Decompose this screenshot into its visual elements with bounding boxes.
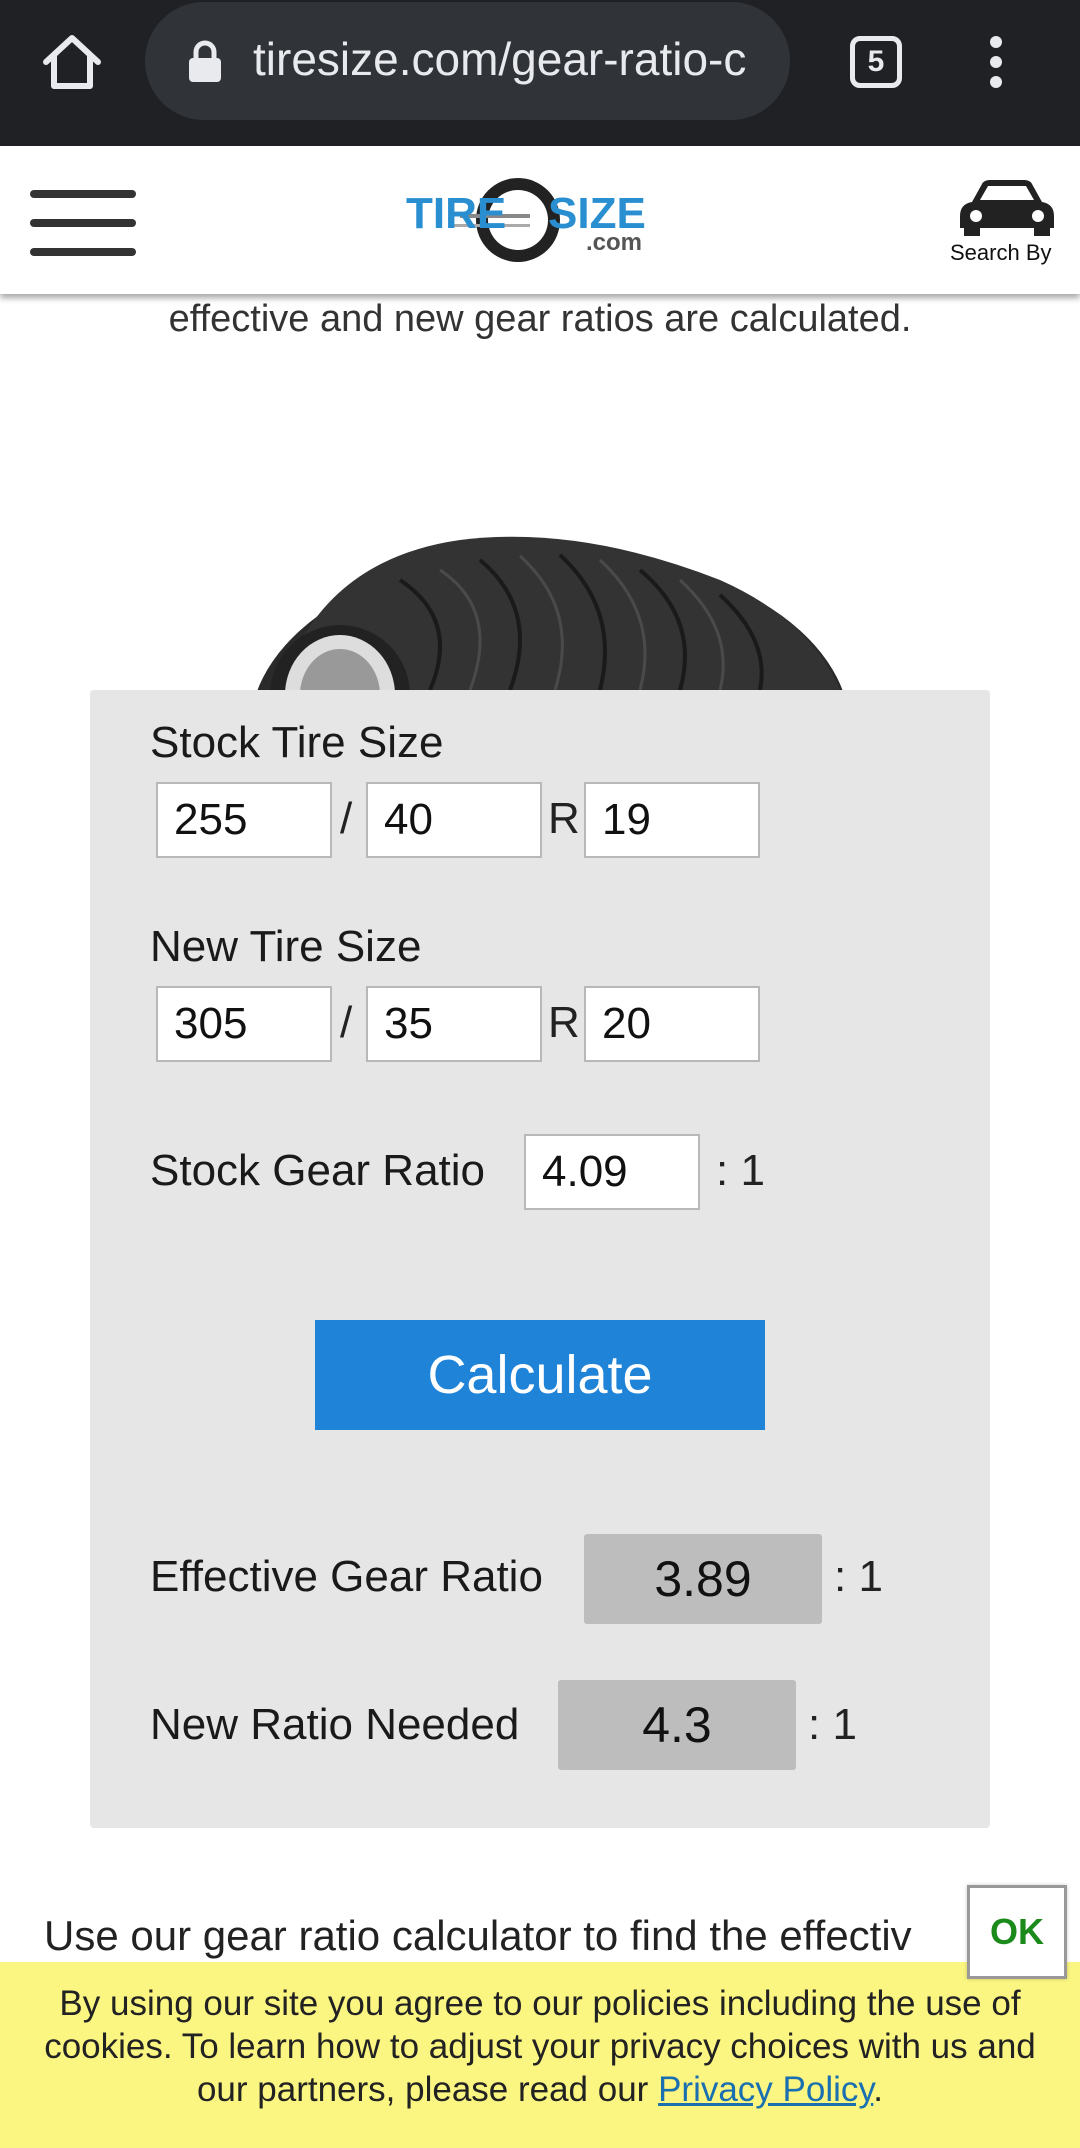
tire-image <box>257 536 843 690</box>
slash-separator: / <box>340 794 353 843</box>
address-bar[interactable]: tiresize.com/gear-ratio-c <box>145 2 790 120</box>
new-tire-size-label: New Tire Size <box>150 922 422 971</box>
rim-prefix: R <box>548 794 580 843</box>
search-by-label: Search By <box>950 240 1052 265</box>
rim-prefix: R <box>548 998 580 1047</box>
cookie-text-line-3: our partners, please read our Privacy Po… <box>0 2068 1080 2111</box>
new-aspect-input[interactable]: 35 <box>366 986 542 1062</box>
gear-ratio-calculator: Stock Tire Size 255 / 40 R 19 New Tire S… <box>90 690 990 1828</box>
intro-text: effective and new gear ratios are calcul… <box>168 298 912 340</box>
url-text: tiresize.com/gear-ratio-c <box>253 33 747 85</box>
search-by-vehicle[interactable]: Search By <box>940 176 1070 276</box>
tiresize-logo[interactable]: TIRE SIZE .com <box>400 168 680 268</box>
cookie-ok-button[interactable]: OK <box>967 1885 1067 1979</box>
stock-gear-ratio-input[interactable]: 4.09 <box>524 1134 700 1210</box>
cookie-text-line-2: cookies. To learn how to adjust your pri… <box>44 2027 1036 2066</box>
new-rim-input[interactable]: 20 <box>584 986 760 1062</box>
svg-text:TIRE: TIRE <box>406 189 506 238</box>
stock-aspect-input[interactable]: 40 <box>366 782 542 858</box>
lock-icon <box>189 40 221 82</box>
car-icon <box>960 180 1054 236</box>
stock-rim-input[interactable]: 19 <box>584 782 760 858</box>
home-icon[interactable] <box>38 28 106 96</box>
new-ratio-needed-label: New Ratio Needed <box>150 1700 520 1749</box>
effective-gear-ratio-label: Effective Gear Ratio <box>150 1552 543 1601</box>
stock-tire-size-label: Stock Tire Size <box>150 718 444 767</box>
cookie-banner: By using our site you agree to our polic… <box>0 1962 1080 2148</box>
calculate-button[interactable]: Calculate <box>315 1320 765 1430</box>
ratio-suffix: : 1 <box>808 1700 857 1749</box>
new-width-input[interactable]: 305 <box>156 986 332 1062</box>
ratio-suffix: : 1 <box>716 1146 765 1195</box>
stock-width-input[interactable]: 255 <box>156 782 332 858</box>
browser-toolbar: tiresize.com/gear-ratio-c 5 <box>0 0 1080 146</box>
cookie-text-line-1: By using our site you agree to our polic… <box>59 1984 1021 2023</box>
svg-text:.com: .com <box>586 229 642 256</box>
new-ratio-needed-value: 4.3 <box>558 1680 796 1770</box>
privacy-policy-link[interactable]: Privacy Policy <box>658 2070 873 2109</box>
tab-switcher-button[interactable]: 5 <box>850 36 902 88</box>
slash-separator: / <box>340 998 353 1047</box>
stock-gear-ratio-label: Stock Gear Ratio <box>150 1146 486 1195</box>
effective-gear-ratio-value: 3.89 <box>584 1534 822 1624</box>
menu-icon[interactable] <box>30 190 136 256</box>
cookie-text-prefix: our partners, please read our <box>196 2070 659 2109</box>
ratio-suffix: : 1 <box>834 1552 883 1601</box>
description-text: Use our gear ratio calculator to find th… <box>44 1912 912 1959</box>
site-header: TIRE SIZE .com Search By <box>0 146 1080 294</box>
more-options-icon[interactable] <box>978 32 1014 88</box>
cookie-text-end: . <box>873 2070 884 2109</box>
